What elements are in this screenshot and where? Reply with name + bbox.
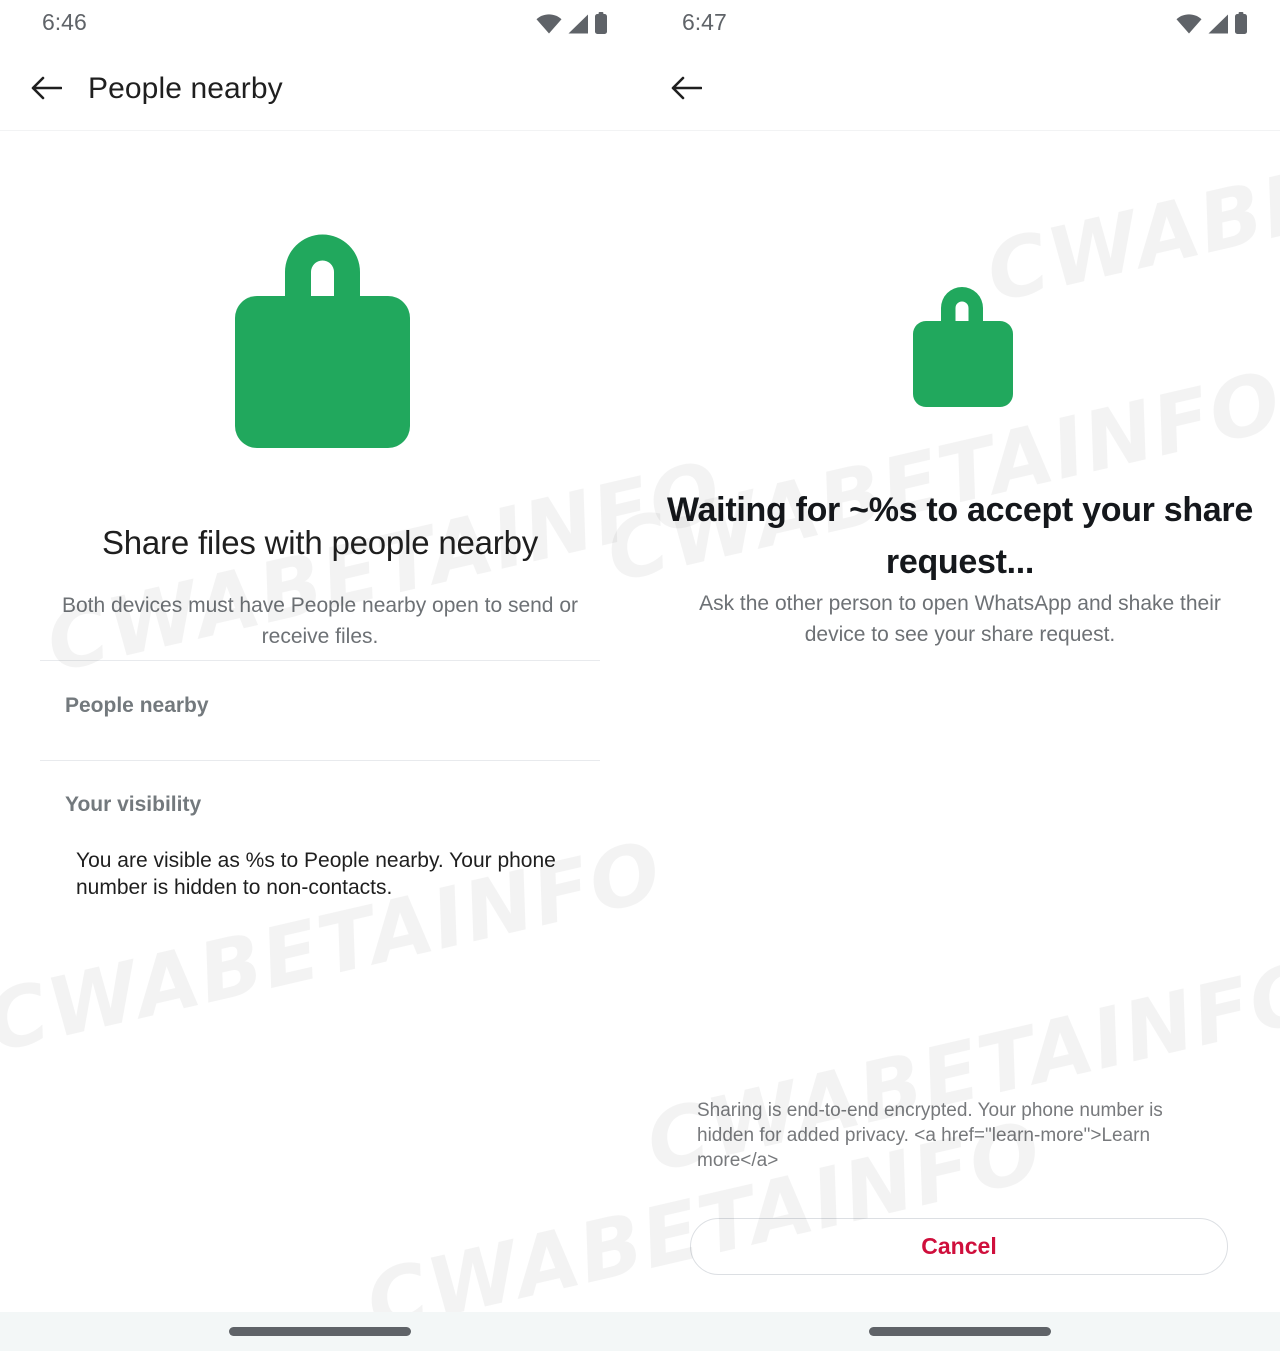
hero-subtitle: Ask the other person to open WhatsApp an…: [699, 592, 1221, 646]
section-header-people-nearby: People nearby: [65, 694, 209, 717]
app-bar-divider: [640, 130, 1280, 131]
page-title: People nearby: [88, 72, 283, 105]
back-arrow-icon: [30, 74, 63, 107]
battery-icon: [1234, 12, 1248, 39]
status-bar: 6:47: [640, 0, 1280, 48]
hero-subtitle: Both devices must have People nearby ope…: [62, 594, 578, 648]
hero-title: Waiting for ~%s to accept your share req…: [667, 491, 1253, 581]
section-header-your-visibility: Your visibility: [65, 793, 202, 816]
wifi-icon: [536, 14, 562, 39]
status-bar-clock: 6:46: [42, 9, 87, 35]
app-bar-divider: [0, 130, 640, 131]
lock-icon: [908, 273, 1018, 408]
lock-icon: [225, 210, 420, 455]
back-button[interactable]: [22, 66, 70, 114]
home-gesture-pill[interactable]: [869, 1327, 1051, 1336]
app-bar: People nearby: [0, 48, 640, 130]
back-button[interactable]: [662, 66, 710, 114]
app-bar: [640, 48, 1280, 130]
cellular-signal-icon: [567, 14, 589, 39]
section-divider: [40, 660, 600, 661]
home-gesture-pill[interactable]: [229, 1327, 411, 1336]
cellular-signal-icon: [1207, 14, 1229, 39]
encryption-footnote: Sharing is end-to-end encrypted. Your ph…: [697, 1100, 1163, 1171]
visibility-description: You are visible as %s to People nearby. …: [76, 849, 556, 899]
status-bar-clock: 6:47: [682, 9, 727, 35]
status-bar: 6:46: [0, 0, 640, 48]
battery-icon: [594, 12, 608, 39]
phone-screen-people-nearby: 6:46 People nearby Share files with peop…: [0, 0, 640, 1351]
hero-title: Share files with people nearby: [101, 524, 539, 561]
cancel-button[interactable]: Cancel: [690, 1218, 1228, 1275]
status-bar-icons: [536, 12, 608, 39]
back-arrow-icon: [670, 74, 703, 107]
status-bar-icons: [1176, 12, 1248, 39]
system-navigation-bar: [0, 1312, 1280, 1351]
wifi-icon: [1176, 14, 1202, 39]
section-divider: [40, 760, 600, 761]
